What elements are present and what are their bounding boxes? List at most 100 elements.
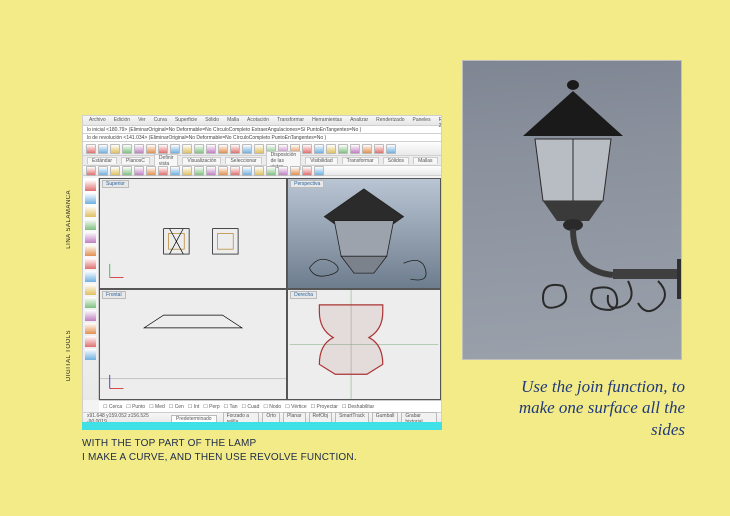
toolbar-icon[interactable] — [194, 166, 204, 176]
rhino-screenshot: Archivo Edición Ver Curva Superficie Sólido Ma… — [82, 115, 442, 425]
toolbar-icon[interactable] — [290, 166, 300, 176]
toolbar-icon[interactable] — [98, 144, 108, 154]
toolbar-icon[interactable] — [314, 144, 324, 154]
toolbar-icon[interactable] — [85, 349, 96, 360]
toolbar-icon[interactable] — [122, 144, 132, 154]
viewport-right[interactable]: Derecha — [287, 289, 441, 400]
osnap-toggle[interactable]: ☐ Perp — [203, 404, 219, 410]
toolbar-icon[interactable] — [206, 144, 216, 154]
toolbar-icon[interactable] — [158, 166, 168, 176]
toolbar-tab[interactable]: Mallas — [413, 157, 437, 164]
toolbar-icon[interactable] — [85, 284, 96, 295]
side-label-author: LINA SALAMANCA — [66, 190, 72, 249]
toolbar-icon[interactable] — [158, 144, 168, 154]
toolbar-icon[interactable] — [266, 166, 276, 176]
toolbar-icon[interactable] — [374, 144, 384, 154]
toolbar-icon[interactable] — [85, 206, 96, 217]
toolbar-icon[interactable] — [170, 166, 180, 176]
toolbar-icon[interactable] — [146, 166, 156, 176]
toolbar-icon[interactable] — [206, 166, 216, 176]
menu-item[interactable]: Archivo — [87, 117, 108, 124]
toolbar-icon[interactable] — [110, 144, 120, 154]
toolbar-icon[interactable] — [85, 271, 96, 282]
menu-item[interactable]: Ver — [136, 117, 148, 124]
toolbar-icon[interactable] — [85, 219, 96, 230]
osnap-toggle[interactable]: ☐ Nodo — [263, 404, 281, 410]
toolbar-icon[interactable] — [85, 258, 96, 269]
toolbar-icon[interactable] — [110, 166, 120, 176]
toolbar-icon[interactable] — [362, 144, 372, 154]
toolbar-icon[interactable] — [85, 297, 96, 308]
toolbar-icon[interactable] — [218, 166, 228, 176]
toolbar-icon[interactable] — [122, 166, 132, 176]
toolbar-icon[interactable] — [86, 166, 96, 176]
toolbar-icon[interactable] — [242, 144, 252, 154]
toolbar-icon[interactable] — [302, 166, 312, 176]
menu-item[interactable]: Edición — [112, 117, 132, 124]
toolbar-icon[interactable] — [278, 166, 288, 176]
menu-item[interactable]: RhinoCAM 2014 — [437, 117, 442, 124]
toolbar-icon[interactable] — [85, 193, 96, 204]
toolbar-icon[interactable] — [302, 144, 312, 154]
caption-left: With the top part of the lamp I make a c… — [82, 437, 442, 465]
toolbar-tab[interactable]: Sólidos — [383, 157, 409, 164]
toolbar-icon[interactable] — [85, 180, 96, 191]
toolbar-icon[interactable] — [350, 144, 360, 154]
viewport-top[interactable]: Superior — [99, 178, 287, 289]
osnap-toggle[interactable]: ☐ Int — [188, 404, 199, 410]
toolbar-icon[interactable] — [134, 166, 144, 176]
toolbar-icon[interactable] — [230, 144, 240, 154]
tool-sidebar — [83, 178, 99, 400]
toolbar-icon[interactable] — [98, 166, 108, 176]
toolbar-icon[interactable] — [386, 144, 396, 154]
osnap-toggle[interactable]: ☐ Proyectar — [311, 404, 338, 410]
toolbar-icon[interactable] — [85, 310, 96, 321]
menu-item[interactable]: Herramientas — [310, 117, 344, 124]
menu-item[interactable]: Transformar — [275, 117, 306, 124]
osnap-toggle[interactable]: ☐ Tan — [224, 404, 238, 410]
menu-item[interactable]: Superficie — [173, 117, 199, 124]
osnap-toggle[interactable]: ☐ Deshabilitar — [342, 404, 374, 410]
toolbar-tab[interactable]: Seleccionar — [225, 157, 261, 164]
toolbar-icon[interactable] — [182, 166, 192, 176]
toolbar-icon[interactable] — [338, 144, 348, 154]
toolbar-tab[interactable]: PlanosC — [121, 157, 150, 164]
toolbar-icon[interactable] — [218, 144, 228, 154]
menu-item[interactable]: Paneles — [411, 117, 433, 124]
toolbar-icon[interactable] — [182, 144, 192, 154]
viewport-front[interactable]: Frontal — [99, 289, 287, 400]
toolbar-icon[interactable] — [194, 144, 204, 154]
viewport-perspective[interactable]: Perspectiva — [287, 178, 441, 289]
toolbar-icon[interactable] — [86, 144, 96, 154]
osnap-toggle[interactable]: ☐ Cen — [169, 404, 184, 410]
menu-item[interactable]: Renderizado — [374, 117, 406, 124]
osnap-toggle[interactable]: ☐ Cuad — [242, 404, 260, 410]
toolbar-tab[interactable]: Transformar — [342, 157, 379, 164]
osnap-toggle[interactable]: ☐ Vértice — [285, 404, 306, 410]
toolbar-icon[interactable] — [242, 166, 252, 176]
menu-item[interactable]: Malla — [225, 117, 241, 124]
toolbar-icon[interactable] — [314, 166, 324, 176]
toolbar-tab[interactable]: Visibilidad — [305, 157, 337, 164]
menu-item[interactable]: Sólido — [203, 117, 221, 124]
toolbar-icon[interactable] — [230, 166, 240, 176]
toolbar-icon[interactable] — [254, 144, 264, 154]
menu-item[interactable]: Analizar — [348, 117, 370, 124]
toolbar-icon[interactable] — [85, 232, 96, 243]
toolbar-tab[interactable]: Visualización — [182, 157, 221, 164]
osnap-toggle[interactable]: ☐ Punto — [126, 404, 145, 410]
toolbar-icon[interactable] — [85, 323, 96, 334]
toolbar-icon[interactable] — [326, 144, 336, 154]
toolbar-icon[interactable] — [134, 144, 144, 154]
toolbar-tab[interactable]: Estándar — [87, 157, 117, 164]
menu-item[interactable]: Acotación — [245, 117, 271, 124]
osnap-toggle[interactable]: ☐ Cerca — [103, 404, 122, 410]
toolbar-icon[interactable] — [170, 144, 180, 154]
toolbar-icon[interactable] — [85, 245, 96, 256]
toolbar-icon[interactable] — [254, 166, 264, 176]
menu-item[interactable]: Curva — [152, 117, 169, 124]
osnap-toggle[interactable]: ☐ Med — [149, 404, 165, 410]
caption-right: Use the join function, to make one surfa… — [485, 376, 685, 440]
toolbar-icon[interactable] — [146, 144, 156, 154]
toolbar-icon[interactable] — [85, 336, 96, 347]
